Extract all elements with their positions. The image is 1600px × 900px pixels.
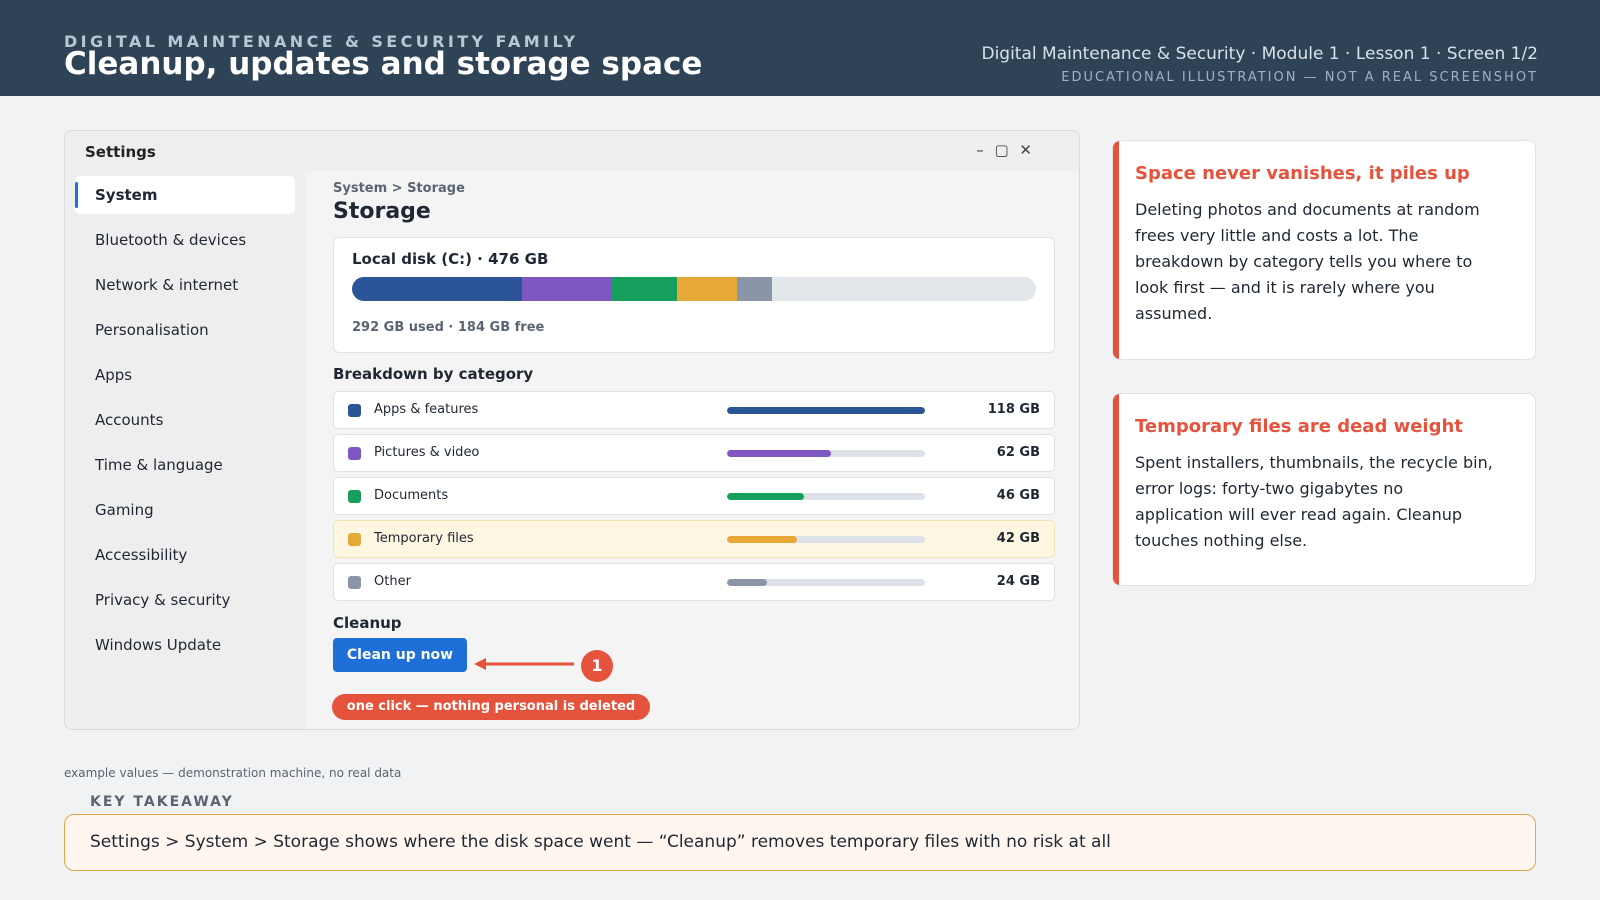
sidebar-item-accessibility[interactable]: Accessibility — [75, 536, 295, 574]
sidebar-item-windows-update[interactable]: Windows Update — [75, 626, 295, 664]
category-row-documents[interactable]: Documents 46 GB — [333, 477, 1055, 515]
category-bar — [727, 493, 805, 500]
category-row-temporary[interactable]: Temporary files 42 GB — [333, 520, 1055, 558]
category-bar — [727, 407, 925, 414]
category-name: Apps & features — [374, 402, 479, 417]
category-size: 62 GB — [996, 445, 1040, 460]
breakdown-title: Breakdown by category — [333, 365, 534, 383]
sidebar-item-network[interactable]: Network & internet — [75, 266, 295, 304]
disk-usage-text: 292 GB used · 184 GB free — [352, 320, 545, 335]
category-name: Temporary files — [374, 531, 474, 546]
note-body: Deleting photos and documents at random … — [1135, 200, 1480, 323]
cleanup-title: Cleanup — [333, 614, 402, 632]
sidebar-item-accounts[interactable]: Accounts — [75, 401, 295, 439]
disk-segment — [610, 277, 677, 301]
disk-segment — [521, 277, 611, 301]
takeaway-label: KEY TAKEAWAY — [90, 794, 234, 810]
sidebar-item-gaming[interactable]: Gaming — [75, 491, 295, 529]
note-title: Space never vanishes, it piles up — [1135, 163, 1470, 184]
takeaway-text: Settings > System > Storage shows where … — [90, 832, 1111, 852]
lesson-breadcrumb: Digital Maintenance & Security · Module … — [981, 44, 1538, 64]
callout-arrow — [474, 658, 574, 670]
storage-panel: System > Storage Storage Local disk (C:)… — [305, 171, 1079, 729]
sidebar-item-time-language[interactable]: Time & language — [75, 446, 295, 484]
category-bar — [727, 536, 798, 543]
category-swatch — [348, 533, 361, 546]
note-card-temporary: Temporary files are dead weight Spent in… — [1112, 393, 1536, 586]
lesson-title: Cleanup, updates and storage space — [64, 46, 703, 82]
category-row-apps[interactable]: Apps & features 118 GB — [333, 391, 1055, 429]
category-swatch — [348, 576, 361, 589]
category-row-other[interactable]: Other 24 GB — [333, 563, 1055, 601]
clean-up-now-button[interactable]: Clean up now — [333, 638, 467, 672]
category-size: 118 GB — [987, 402, 1040, 417]
category-swatch — [348, 490, 361, 503]
category-row-pictures[interactable]: Pictures & video 62 GB — [333, 434, 1055, 472]
disk-card: Local disk (C:) · 476 GB 292 GB used · 1… — [333, 237, 1055, 353]
category-size: 46 GB — [996, 488, 1040, 503]
sidebar-item-apps[interactable]: Apps — [75, 356, 295, 394]
category-track — [727, 450, 925, 457]
category-track — [727, 579, 925, 586]
disk-label: Local disk (C:) · 476 GB — [352, 250, 549, 268]
category-track — [727, 536, 925, 543]
settings-window: Settings – ▢ ✕ System Bluetooth & device… — [64, 130, 1080, 730]
top-banner: DIGITAL MAINTENANCE & SECURITY FAMILY Cl… — [0, 0, 1600, 96]
disk-segment — [352, 277, 522, 301]
sidebar-item-personalisation[interactable]: Personalisation — [75, 311, 295, 349]
category-size: 24 GB — [996, 574, 1040, 589]
disk-usage-bar — [352, 277, 1036, 301]
sidebar-item-bluetooth[interactable]: Bluetooth & devices — [75, 221, 295, 259]
example-values-note: example values — demonstration machine, … — [64, 766, 402, 780]
category-swatch — [348, 404, 361, 417]
step-number-badge: 1 — [581, 650, 613, 682]
category-name: Pictures & video — [374, 445, 480, 460]
sidebar-item-privacy-security[interactable]: Privacy & security — [75, 581, 295, 619]
category-swatch — [348, 447, 361, 460]
note-title: Temporary files are dead weight — [1135, 416, 1463, 437]
page-title: Storage — [333, 199, 431, 224]
category-bar — [727, 450, 832, 457]
sidebar-item-system[interactable]: System — [75, 176, 295, 214]
disk-segment — [676, 277, 738, 301]
category-size: 42 GB — [996, 531, 1040, 546]
window-controls[interactable]: – ▢ ✕ — [976, 141, 1035, 159]
takeaway-box: Settings > System > Storage shows where … — [64, 814, 1536, 871]
safety-pill: one click — nothing personal is deleted — [332, 694, 650, 720]
storage-breadcrumb: System > Storage — [333, 181, 465, 196]
category-bar — [727, 579, 768, 586]
category-track — [727, 407, 925, 414]
illustration-disclaimer: EDUCATIONAL ILLUSTRATION — NOT A REAL SC… — [1061, 70, 1538, 85]
disk-segment — [737, 277, 772, 301]
category-name: Documents — [374, 488, 449, 503]
note-body: Spent installers, thumbnails, the recycl… — [1135, 453, 1493, 550]
category-name: Other — [374, 574, 411, 589]
window-title: Settings — [85, 143, 156, 161]
note-card-space: Space never vanishes, it piles up Deleti… — [1112, 140, 1536, 360]
category-track — [727, 493, 925, 500]
